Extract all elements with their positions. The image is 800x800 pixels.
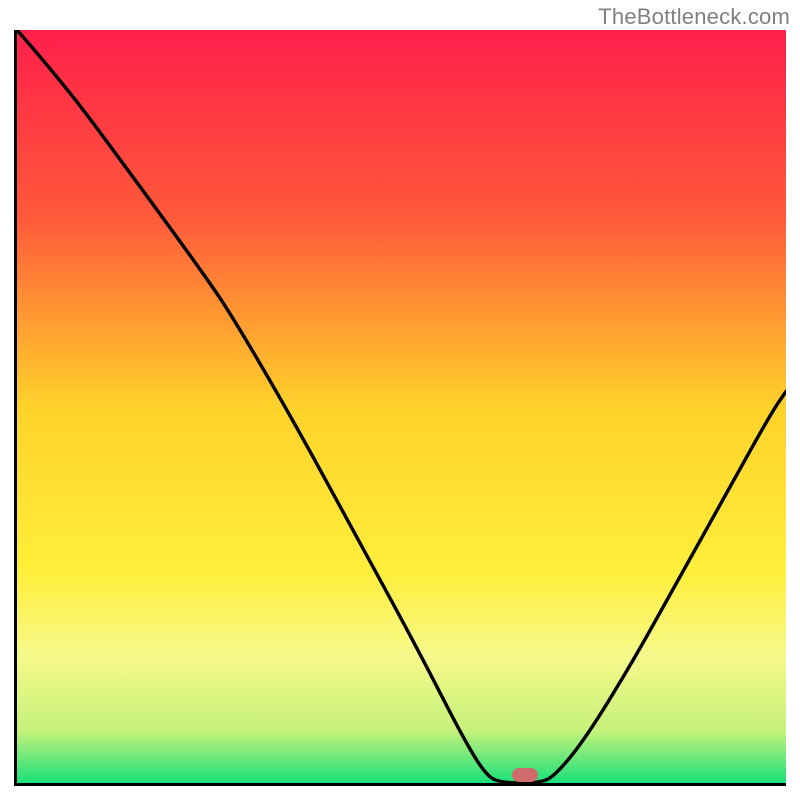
optimal-marker [512, 768, 538, 782]
bottleneck-curve [17, 30, 786, 783]
watermark-text: TheBottleneck.com [598, 4, 790, 30]
plot-area [14, 30, 786, 786]
